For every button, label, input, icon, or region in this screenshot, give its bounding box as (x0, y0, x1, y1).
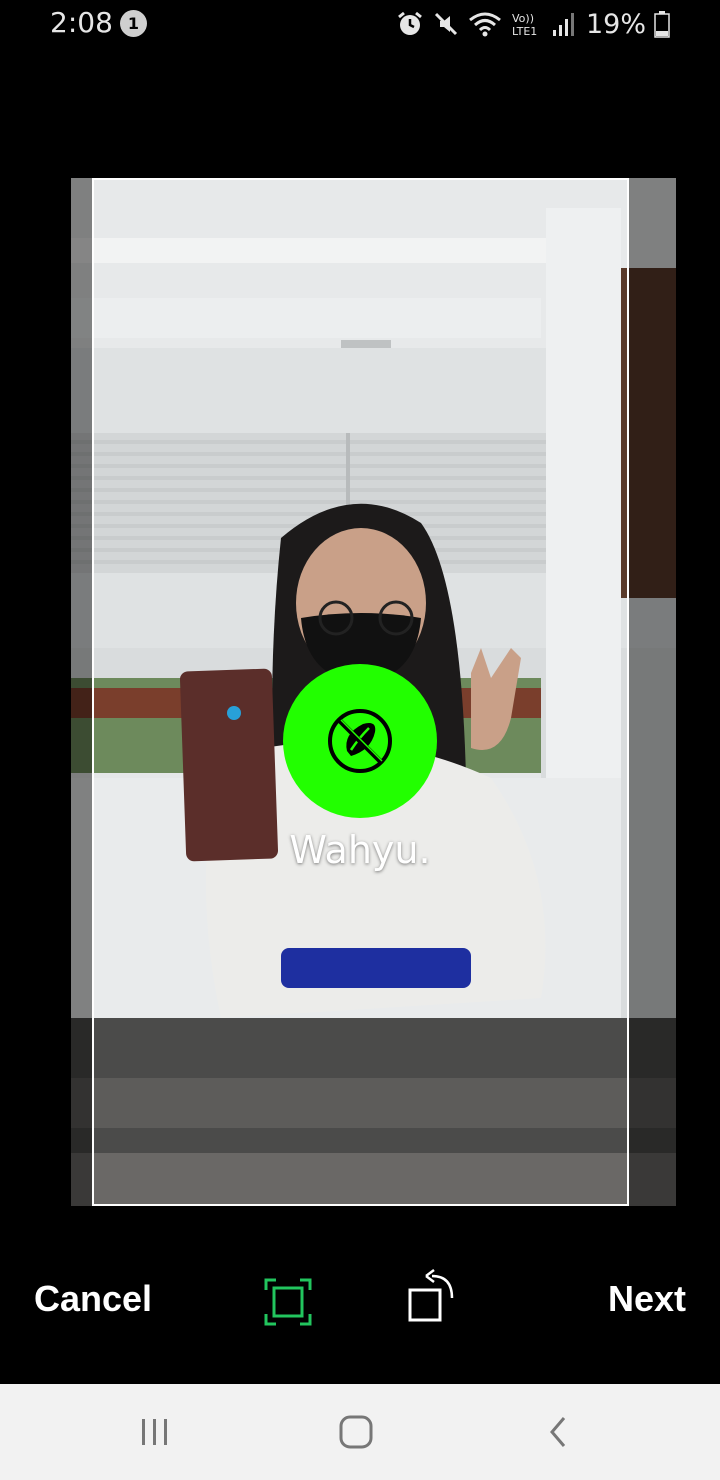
crop-frame-icon (264, 1278, 312, 1326)
battery-icon (654, 11, 670, 38)
photo-dim-right (628, 178, 676, 1206)
sticker-label[interactable]: Wahyu. (250, 828, 470, 872)
svg-text:LTE1: LTE1 (512, 25, 537, 38)
rotate-button[interactable] (406, 1268, 458, 1331)
notification-badge: 1 (120, 10, 147, 37)
wifi-icon (469, 12, 501, 37)
recent-apps-icon (142, 1419, 167, 1445)
mute-icon (434, 12, 458, 36)
sticker-badge[interactable] (283, 664, 437, 818)
status-icons: Vo)) LTE1 19% (396, 8, 670, 40)
status-time: 2:08 (50, 6, 113, 39)
alarm-icon (398, 11, 422, 35)
next-button[interactable]: Next (608, 1278, 686, 1320)
photo-dim-left (71, 178, 93, 1206)
home-icon (339, 1415, 373, 1449)
no-nuts-icon (328, 709, 392, 773)
volte-lte1-icon: Vo)) LTE1 (512, 12, 537, 38)
navigation-bar (0, 1384, 720, 1480)
back-button[interactable] (498, 1384, 618, 1480)
home-button[interactable] (296, 1384, 416, 1480)
signal-icon (552, 13, 574, 36)
rotate-icon (408, 1269, 454, 1322)
crop-button[interactable] (264, 1278, 312, 1331)
recent-apps-button[interactable] (95, 1384, 215, 1480)
status-bar: 2:08 1 Vo)) LTE1 19% (0, 0, 720, 48)
svg-text:Vo)): Vo)) (512, 12, 534, 25)
cancel-button[interactable]: Cancel (34, 1278, 152, 1320)
battery-percent: 19% (585, 8, 646, 40)
back-icon (550, 1417, 566, 1447)
